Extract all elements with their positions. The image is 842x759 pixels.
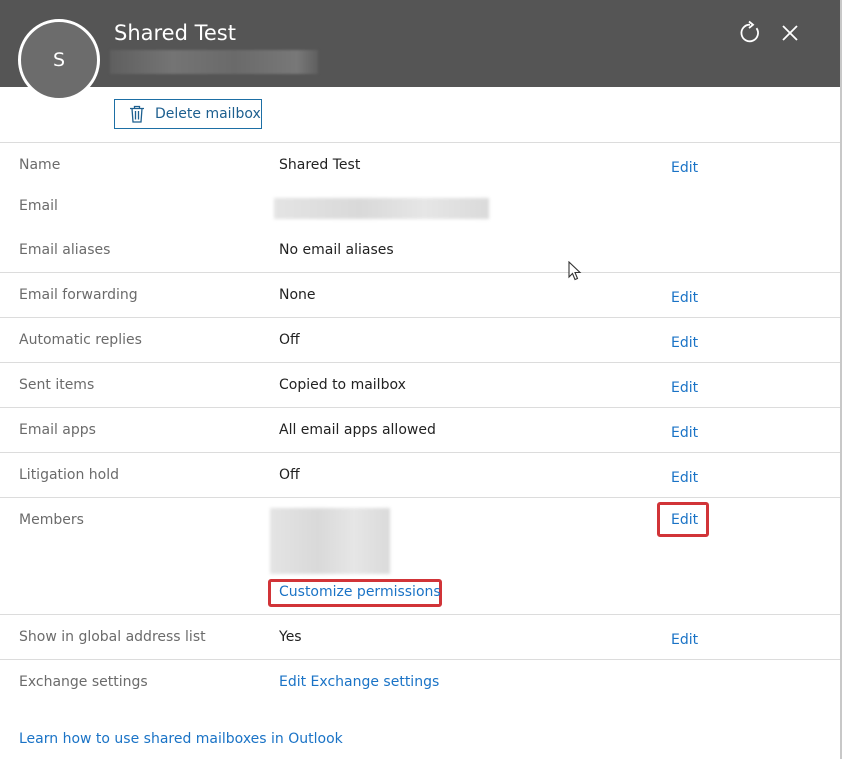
gal-edit-link[interactable]: Edit xyxy=(671,632,698,648)
members-list-redacted xyxy=(270,508,390,574)
refresh-icon[interactable] xyxy=(737,20,763,46)
forwarding-value: None xyxy=(279,287,316,303)
email-label: Email xyxy=(19,198,58,214)
customize-permissions-link[interactable]: Customize permissions xyxy=(279,584,441,600)
divider xyxy=(0,272,840,273)
gal-label: Show in global address list xyxy=(19,629,206,645)
gal-value: Yes xyxy=(279,629,302,645)
divider xyxy=(0,659,840,660)
members-edit-link[interactable]: Edit xyxy=(671,512,698,528)
avatar: S xyxy=(18,19,100,101)
auto-replies-edit-link[interactable]: Edit xyxy=(671,335,698,351)
mailbox-title: Shared Test xyxy=(114,21,236,45)
email-apps-value: All email apps allowed xyxy=(279,422,436,438)
name-label: Name xyxy=(19,157,61,173)
mailbox-email-redacted xyxy=(110,50,318,74)
forwarding-label: Email forwarding xyxy=(19,287,138,303)
divider xyxy=(0,362,840,363)
aliases-label: Email aliases xyxy=(19,242,111,258)
edit-exchange-settings-link[interactable]: Edit Exchange settings xyxy=(279,674,439,690)
close-icon[interactable] xyxy=(777,20,803,46)
sent-items-label: Sent items xyxy=(19,377,95,393)
exchange-label: Exchange settings xyxy=(19,674,148,690)
email-apps-edit-link[interactable]: Edit xyxy=(671,425,698,441)
litigation-value: Off xyxy=(279,467,300,483)
divider xyxy=(0,142,840,143)
learn-shared-mailbox-link[interactable]: Learn how to use shared mailboxes in Out… xyxy=(19,731,343,747)
name-value: Shared Test xyxy=(279,157,361,173)
sent-items-value: Copied to mailbox xyxy=(279,377,406,393)
aliases-value: No email aliases xyxy=(279,242,394,258)
divider xyxy=(0,452,840,453)
divider xyxy=(0,497,840,498)
auto-replies-label: Automatic replies xyxy=(19,332,142,348)
litigation-label: Litigation hold xyxy=(19,467,120,483)
members-label: Members xyxy=(19,512,84,528)
trash-icon xyxy=(130,105,144,123)
sent-items-edit-link[interactable]: Edit xyxy=(671,380,698,396)
mouse-cursor-icon xyxy=(568,261,582,281)
auto-replies-value: Off xyxy=(279,332,300,348)
panel-header: Shared Test xyxy=(0,0,840,87)
delete-mailbox-button[interactable]: Delete mailbox xyxy=(114,99,262,129)
name-edit-link[interactable]: Edit xyxy=(671,160,698,176)
email-value-redacted xyxy=(274,198,489,219)
forwarding-edit-link[interactable]: Edit xyxy=(671,290,698,306)
email-apps-label: Email apps xyxy=(19,422,96,438)
litigation-edit-link[interactable]: Edit xyxy=(671,470,698,486)
divider xyxy=(0,317,840,318)
divider xyxy=(0,614,840,615)
delete-mailbox-label: Delete mailbox xyxy=(155,106,261,122)
divider xyxy=(0,407,840,408)
